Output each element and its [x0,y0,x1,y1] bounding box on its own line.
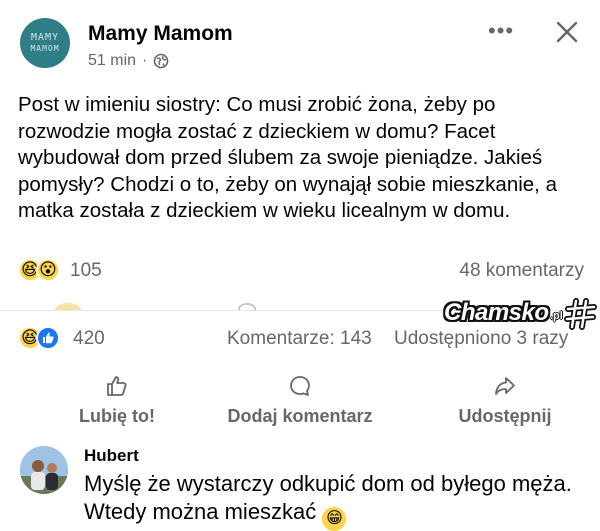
grin-emoji-icon: 😁 [322,507,347,531]
shared-comments-count[interactable]: 48 komentarzy [459,260,584,282]
page-name[interactable]: Mamy Mamom [88,22,233,46]
comment-item: Hubert Myślę że wystarczy odkupić dom od… [0,440,600,531]
reaction-icons[interactable]: 😆 [18,326,60,350]
post-header: MAMY MAMOM Mamy Mamom 51 min · ••• [0,0,600,86]
shared-reactions-row: 😆 😮 105 48 komentarzy [18,258,584,284]
comment-text: Myślę że wystarczy odkupić dom od byłego… [84,470,584,531]
shared-reaction-count[interactable]: 105 [70,260,102,282]
watermark-suffix: .pl [550,310,563,322]
faded-reaction-shape [55,303,81,310]
share-button[interactable]: Udostępnij [430,370,580,430]
like-reaction-icon [36,326,60,350]
avatar-photo [20,446,68,494]
shared-reaction-icons[interactable]: 😆 😮 [18,258,60,282]
action-bar: Lubię to! Dodaj komentarz Udostępnij [0,370,600,430]
meta-separator: · [142,52,148,69]
globe-icon [154,53,169,69]
like-button[interactable]: Lubię to! [42,370,192,430]
avatar-text-line2: MAMOM [30,44,60,53]
comment-bubble-icon [290,376,310,396]
page-avatar[interactable]: MAMY MAMOM [20,18,70,68]
reaction-count[interactable]: 420 [73,328,105,350]
share-arrow-icon [495,377,515,395]
share-button-label: Udostępnij [458,406,552,426]
close-icon[interactable] [553,18,581,46]
thumbs-up-icon [107,376,127,396]
post-text: Post w imieniu siostry: Co musi zrobić ż… [18,93,557,222]
faded-comment-shape [238,303,256,310]
avatar-text-line1: MAMY [30,32,60,43]
wow-reaction-icon: 😮 [36,258,60,282]
commenter-name[interactable]: Hubert [84,446,139,466]
comments-count[interactable]: Komentarze: 143 [227,328,372,350]
comment-button[interactable]: Dodaj komentarz [215,370,385,430]
comment-button-label: Dodaj komentarz [227,406,373,426]
post-time[interactable]: 51 min [88,52,136,70]
shares-count[interactable]: Udostępniono 3 razy [394,328,568,350]
more-dots-icon[interactable]: ••• [488,18,514,44]
like-button-label: Lubię to! [79,406,155,426]
reactions-row: 😆 420 Komentarze: 143 Udostępniono 3 raz… [18,326,584,352]
post-meta: 51 min · [88,52,169,70]
thumbs-up-icon [43,332,54,344]
watermark-text: Chamsko [444,299,549,326]
commenter-avatar[interactable] [20,446,68,494]
